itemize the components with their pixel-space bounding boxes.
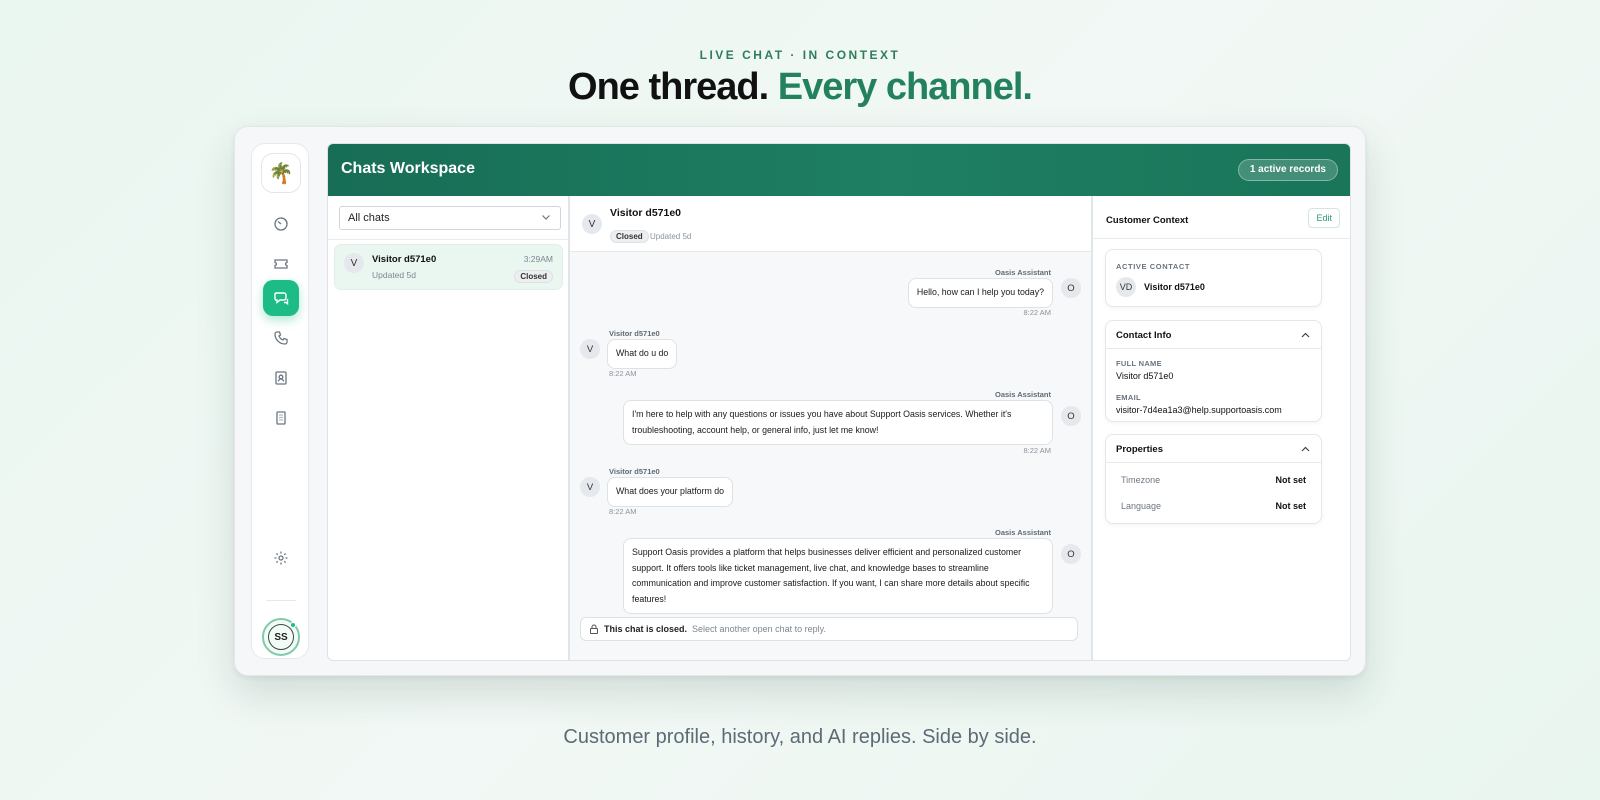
visitor-avatar: V [582, 214, 602, 234]
message-sender: Oasis Assistant [995, 390, 1051, 399]
headline-green: Every channel. [777, 66, 1033, 108]
agent-avatar: O [1061, 544, 1081, 564]
property-value: Not set [1275, 475, 1306, 485]
online-status-dot [290, 622, 296, 628]
message-sender: Oasis Assistant [995, 268, 1051, 277]
conversation-updated: Updated 5d [650, 232, 692, 241]
message-time: 8:22 AM [609, 369, 637, 378]
contact-name: Visitor d571e0 [1144, 282, 1205, 292]
contact-info-card: Contact Info FULL NAME Visitor d571e0 EM… [1105, 320, 1322, 422]
ticket-icon[interactable] [263, 246, 299, 282]
properties-title: Properties [1116, 444, 1163, 455]
contact-info-header[interactable]: Contact Info [1106, 321, 1321, 349]
user-avatar[interactable]: SS [262, 618, 300, 656]
conversation-title: Visitor d571e0 [610, 207, 682, 219]
active-contact-label: ACTIVE CONTACT [1116, 262, 1191, 271]
agent-avatar: O [1061, 406, 1081, 426]
app-window: 🌴 SS Chats Workspace 1 active records Al… [234, 126, 1366, 676]
property-key: Language [1121, 501, 1162, 511]
chat-item-name: Visitor d571e0 [372, 254, 437, 265]
properties-header[interactable]: Properties [1106, 435, 1321, 463]
message-time: 8:22 AM [1023, 446, 1051, 455]
conversation-header: V Visitor d571e0 Closed Updated 5d [570, 196, 1091, 252]
conversation-panel: V Visitor d571e0 Closed Updated 5d Oasis… [570, 196, 1091, 660]
email-value: visitor-7d4ea1a3@help.supportoasis.com [1116, 405, 1282, 415]
full-name-label: FULL NAME [1116, 359, 1162, 368]
chevron-up-icon[interactable] [1300, 330, 1311, 341]
chat-list-panel: All chats V Visitor d571e0 Updated 5d 3:… [328, 196, 570, 660]
message-bubble: I'm here to help with any questions or i… [623, 400, 1053, 445]
active-records-badge: 1 active records [1237, 159, 1338, 181]
chat-filter-select[interactable]: All chats [339, 206, 561, 230]
closed-notice-hint: Select another open chat to reply. [692, 624, 826, 634]
chat-filter-value: All chats [348, 212, 390, 224]
context-title: Customer Context [1106, 215, 1189, 226]
message-bubble: What do u do [607, 339, 678, 369]
full-name-value: Visitor d571e0 [1116, 371, 1174, 381]
lock-icon [590, 624, 598, 634]
chat-closed-notice: This chat is closed. Select another open… [580, 617, 1078, 641]
status-badge: Closed [610, 230, 649, 243]
nav-rail: 🌴 SS [251, 143, 309, 659]
tagline: Customer profile, history, and AI replie… [563, 726, 1037, 748]
agent-avatar: O [1061, 278, 1081, 298]
email-label: EMAIL [1116, 393, 1141, 402]
message-time: 8:22 AM [1023, 308, 1051, 317]
message-time: 8:22 AM [609, 507, 637, 516]
context-divider [1093, 238, 1350, 239]
chevron-up-icon[interactable] [1300, 444, 1311, 455]
customer-context-panel: Customer Context Edit ACTIVE CONTACT VD … [1091, 196, 1350, 660]
message-bubble: Hello, how can I help you today? [907, 278, 1053, 308]
phone-icon[interactable] [263, 320, 299, 356]
chat-bubbles-icon[interactable] [263, 280, 299, 316]
app-header: Chats Workspace 1 active records [328, 144, 1350, 196]
active-contact-card: ACTIVE CONTACT VD Visitor d571e0 [1105, 249, 1322, 307]
eyebrow: LIVE CHAT · IN CONTEXT [699, 48, 901, 62]
gear-icon[interactable] [263, 540, 299, 576]
message-sender: Visitor d571e0 [609, 467, 660, 476]
status-badge: Closed [514, 270, 553, 283]
message-sender: Visitor d571e0 [609, 329, 660, 338]
headline-dark: One thread. [568, 66, 769, 108]
dashboard-gauge-icon[interactable] [263, 206, 299, 242]
property-key: Timezone [1121, 475, 1161, 485]
list-divider [328, 239, 568, 240]
contacts-book-icon[interactable] [263, 360, 299, 396]
closed-notice-title: This chat is closed. [604, 624, 688, 634]
headline: One thread. Every channel. [0, 66, 1600, 109]
visitor-avatar: V [580, 477, 600, 497]
chat-item-time: 3:29AM [523, 254, 553, 264]
contact-avatar: VD [1116, 277, 1136, 297]
property-value: Not set [1275, 501, 1306, 511]
chevron-down-icon [542, 215, 550, 220]
visitor-avatar: V [580, 339, 600, 359]
rail-divider [266, 600, 296, 601]
visitor-avatar: V [344, 253, 364, 273]
message-bubble: Support Oasis provides a platform that h… [623, 538, 1053, 614]
properties-card: Properties Timezone Not set Language Not… [1105, 434, 1322, 524]
message-sender: Oasis Assistant [995, 528, 1051, 537]
edit-button[interactable]: Edit [1308, 208, 1340, 228]
chats-workspace: Chats Workspace 1 active records All cha… [327, 143, 1351, 661]
contact-info-title: Contact Info [1116, 330, 1172, 341]
palm-logo-icon[interactable]: 🌴 [261, 153, 301, 193]
chat-list-item[interactable]: V Visitor d571e0 Updated 5d 3:29AM Close… [334, 244, 563, 290]
chat-item-updated: Updated 5d [372, 270, 416, 280]
message-bubble: What does your platform do [607, 477, 734, 507]
page-title: Chats Workspace [341, 160, 475, 177]
building-icon[interactable] [263, 400, 299, 436]
user-initials: SS [268, 624, 294, 650]
